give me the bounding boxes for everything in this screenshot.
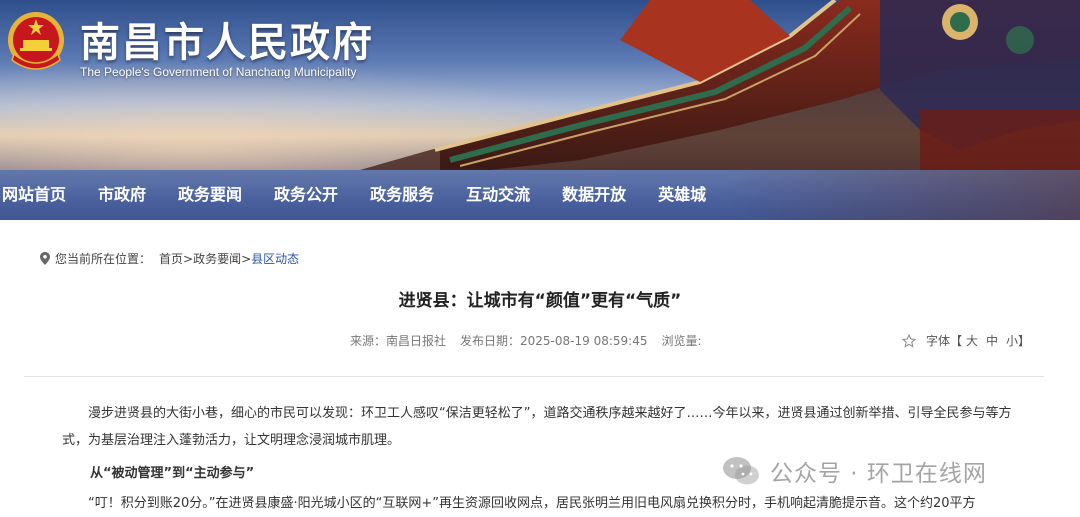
nav-item-hero-city[interactable]: 英雄城 [642, 170, 722, 220]
breadcrumb-prefix: 您当前所在位置： [55, 252, 152, 266]
national-emblem-icon [8, 12, 64, 70]
font-size-label: 字体【 [925, 334, 962, 348]
article-subheading: 从“被动管理”到“主动参与” [90, 466, 255, 481]
article-paragraph-1: 漫步进贤县的大街小巷，细心的市民可以发现：环卫工人感叹“保洁更轻松了”，道路交通… [62, 406, 1012, 448]
breadcrumb-home-link[interactable]: 首页 [159, 250, 183, 267]
breadcrumb-separator: > [183, 251, 194, 266]
divider [24, 376, 1044, 377]
nav-item-open-data[interactable]: 数据开放 [546, 170, 642, 220]
roof-illustration [360, 0, 1080, 170]
watermark-text: 公众号 · 环卫在线网 [770, 461, 987, 487]
nav-item-city-government[interactable]: 市政府 [82, 170, 162, 220]
article-date: 发布日期：2025-08-19 08:59:45 [460, 334, 648, 348]
breadcrumb: 您当前所在位置： 首页 > 政务要闻 > 县区动态 [40, 250, 299, 267]
location-pin-icon [40, 252, 50, 265]
site-title: 南昌市人民政府 [80, 20, 374, 66]
header-banner: 南昌市人民政府 The People's Government of Nanch… [0, 0, 1080, 170]
article-meta: 来源：南昌日报社 发布日期：2025-08-19 08:59:45 浏览量: [350, 332, 716, 349]
font-size-small-button[interactable]: 小】 [1006, 332, 1030, 349]
main-nav: 网站首页 市政府 政务要闻 政务公开 政务服务 互动交流 数据开放 英雄城 [0, 170, 1080, 220]
wechat-icon [723, 457, 759, 485]
article-paragraph-2: “叮！积分到账20分。”在进贤县康盛·阳光城小区的“互联网+”再生资源回收网点，… [88, 496, 976, 511]
font-size-medium-button[interactable]: 中 [986, 332, 998, 349]
article-source: 来源：南昌日报社 [350, 334, 447, 348]
article-views: 浏览量: [661, 334, 702, 348]
font-size-large-button[interactable]: 大 [966, 332, 978, 349]
site-subtitle: The People's Government of Nanchang Muni… [80, 65, 357, 79]
watermark: 公众号 · 环卫在线网 [722, 454, 987, 488]
nav-item-interaction[interactable]: 互动交流 [450, 170, 546, 220]
breadcrumb-section-link[interactable]: 政务要闻 [193, 250, 241, 267]
nav-item-government-affairs-disclosure[interactable]: 政务公开 [258, 170, 354, 220]
favorite-star-icon[interactable] [901, 333, 916, 348]
font-size-controls: 字体【 大 中 小】 [901, 332, 1034, 349]
nav-item-government-news[interactable]: 政务要闻 [162, 170, 258, 220]
article-title: 进贤县：让城市有“颜值”更有“气质” [398, 291, 682, 311]
breadcrumb-separator: > [241, 251, 252, 266]
breadcrumb-current-link[interactable]: 县区动态 [251, 250, 299, 267]
nav-item-home[interactable]: 网站首页 [0, 170, 82, 220]
nav-item-government-services[interactable]: 政务服务 [354, 170, 450, 220]
